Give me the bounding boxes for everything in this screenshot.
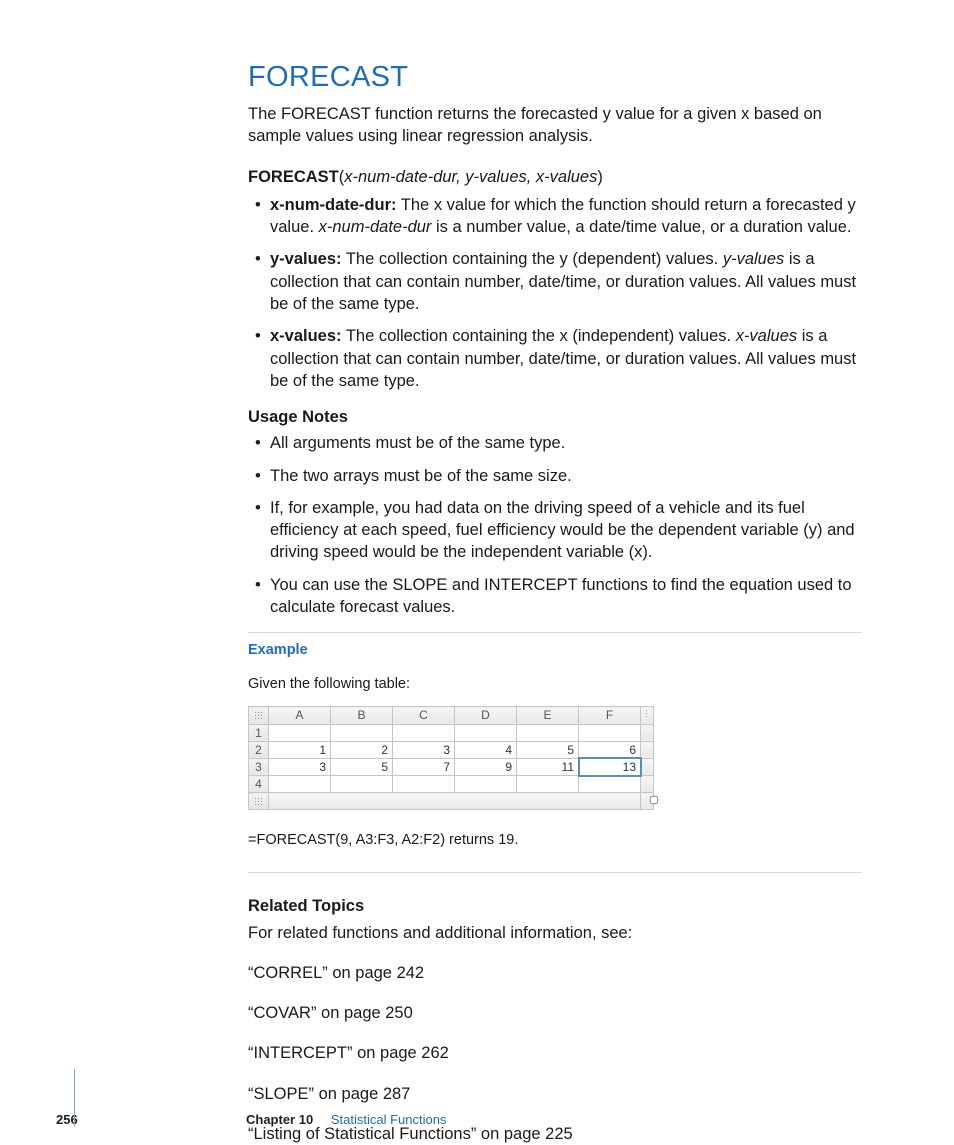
param-name: x-values: [270, 327, 342, 345]
cell [455, 724, 517, 741]
grip-icon [645, 709, 649, 719]
col-header: E [517, 707, 579, 724]
related-intro: For related functions and additional inf… [248, 922, 862, 944]
cell [517, 776, 579, 793]
cell [393, 776, 455, 793]
related-link: “CORREL” on page 242 [248, 962, 862, 984]
param-item: x-values: The collection containing the … [248, 325, 862, 392]
col-header: C [393, 707, 455, 724]
cell [517, 724, 579, 741]
right-strip [641, 776, 654, 793]
usage-note: If, for example, you had data on the dri… [248, 497, 862, 564]
spreadsheet-table: A B C D E F 1 2 1 2 3 [248, 706, 654, 810]
cell: 1 [269, 741, 331, 758]
spreadsheet-col-header-row: A B C D E F [249, 707, 654, 724]
related-link: “SLOPE” on page 287 [248, 1083, 862, 1105]
chapter-title: Statistical Functions [331, 1112, 447, 1127]
right-strip [641, 724, 654, 741]
param-name: x-num-date-dur: [270, 196, 397, 214]
cell: 4 [455, 741, 517, 758]
cell: 7 [393, 758, 455, 775]
cell: 5 [517, 741, 579, 758]
param-ital: x-values [736, 327, 797, 345]
chapter-label: Chapter 10 Statistical Functions [246, 1111, 446, 1129]
table-row: 4 [249, 776, 654, 793]
selection-handle-icon [650, 796, 658, 804]
usage-note: All arguments must be of the same type. [248, 432, 862, 454]
table-row: 1 [249, 724, 654, 741]
selected-cell: 13 [579, 758, 641, 775]
row-header: 2 [249, 741, 269, 758]
example-box: Example Given the following table: A B C… [248, 632, 862, 873]
cell [331, 724, 393, 741]
param-post: is a number value, a date/time value, or… [431, 218, 851, 236]
param-ital: x-num-date-dur [319, 218, 432, 236]
example-result: =FORECAST(9, A3:F3, A2:F2) returns 19. [248, 831, 862, 851]
param-item: x-num-date-dur: The x value for which th… [248, 194, 862, 239]
row-header: 3 [249, 758, 269, 775]
cell: 6 [579, 741, 641, 758]
syntax-args: x-num-date-dur, y-values, x-values [344, 168, 597, 186]
footer-rule [74, 1069, 75, 1127]
table-corner [249, 793, 269, 810]
related-heading: Related Topics [248, 895, 862, 917]
cell [393, 724, 455, 741]
cell [331, 776, 393, 793]
right-strip [641, 758, 654, 775]
cell [579, 724, 641, 741]
cell: 5 [331, 758, 393, 775]
cell [269, 776, 331, 793]
cell: 9 [455, 758, 517, 775]
related-link: “INTERCEPT” on page 262 [248, 1042, 862, 1064]
cell [579, 776, 641, 793]
syntax-close: ) [597, 168, 603, 186]
col-header: D [455, 707, 517, 724]
related-link: “COVAR” on page 250 [248, 1002, 862, 1024]
usage-note: You can use the SLOPE and INTERCEPT func… [248, 574, 862, 619]
cell [455, 776, 517, 793]
syntax-fn-name: FORECAST [248, 168, 339, 186]
param-pre: The collection containing the x (indepen… [346, 327, 736, 345]
row-header: 4 [249, 776, 269, 793]
spreadsheet-footer-row [249, 793, 654, 810]
usage-heading: Usage Notes [248, 406, 862, 428]
function-intro: The FORECAST function returns the foreca… [248, 103, 862, 148]
cell: 3 [269, 758, 331, 775]
footer-strip [269, 793, 641, 810]
cell: 11 [517, 758, 579, 775]
example-title: Example [248, 641, 862, 661]
example-intro: Given the following table: [248, 675, 862, 695]
grip-icon [254, 797, 264, 805]
right-strip [641, 707, 654, 724]
param-list: x-num-date-dur: The x value for which th… [248, 194, 862, 392]
param-name: y-values: [270, 250, 342, 268]
chapter-number: Chapter 10 [246, 1112, 313, 1127]
function-title: FORECAST [248, 58, 862, 97]
spreadsheet: A B C D E F 1 2 1 2 3 [248, 706, 654, 810]
grip-icon [254, 711, 264, 719]
table-corner [249, 707, 269, 724]
table-row: 2 1 2 3 4 5 6 [249, 741, 654, 758]
col-header: B [331, 707, 393, 724]
col-header: A [269, 707, 331, 724]
page: FORECAST The FORECAST function returns t… [0, 0, 954, 1145]
param-ital: y-values [723, 250, 784, 268]
cell: 2 [331, 741, 393, 758]
cell: 3 [393, 741, 455, 758]
col-header: F [579, 707, 641, 724]
cell [269, 724, 331, 741]
usage-notes-list: All arguments must be of the same type. … [248, 432, 862, 618]
syntax-line: FORECAST(x-num-date-dur, y-values, x-val… [248, 166, 862, 188]
table-row: 3 3 5 7 9 11 13 [249, 758, 654, 775]
param-item: y-values: The collection containing the … [248, 248, 862, 315]
usage-note: The two arrays must be of the same size. [248, 465, 862, 487]
row-header: 1 [249, 724, 269, 741]
param-pre: The collection containing the y (depende… [346, 250, 723, 268]
right-strip [641, 741, 654, 758]
